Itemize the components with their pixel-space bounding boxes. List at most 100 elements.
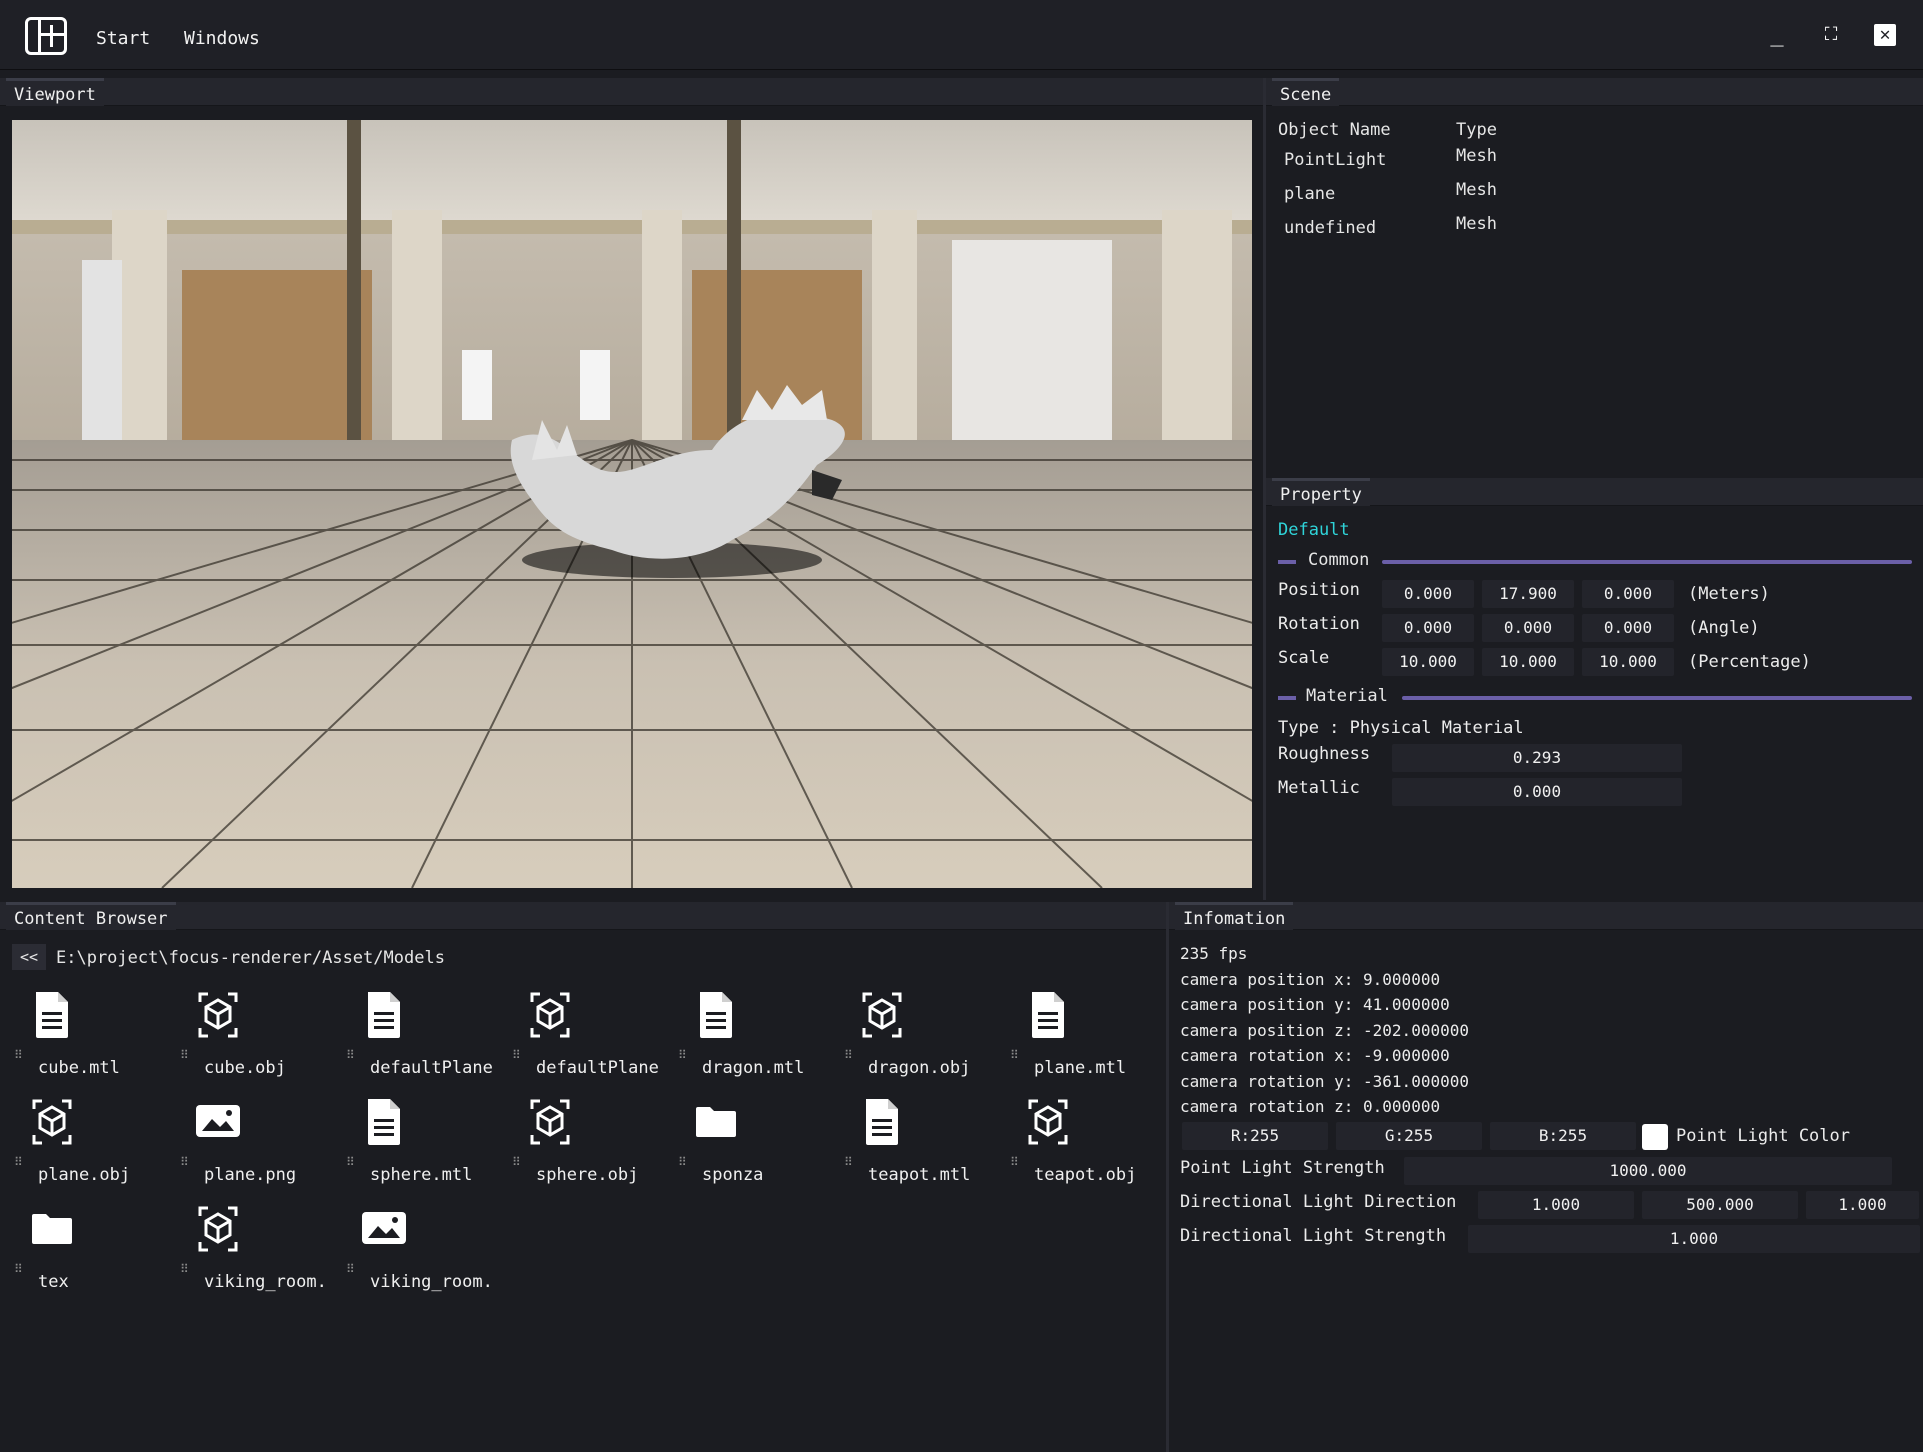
dir-light-direction-y-field[interactable]: 500.000 <box>1642 1191 1798 1219</box>
file-item[interactable]: ⠿ defaultPlane <box>510 990 670 1090</box>
file-label: teapot.mtl <box>868 1165 971 1185</box>
drag-handle-icon[interactable]: ⠿ <box>678 1155 687 1169</box>
file-item[interactable]: ⠿ tex <box>12 1204 172 1304</box>
file-item[interactable]: ⠿ defaultPlane <box>344 990 504 1090</box>
common-divider <box>1382 560 1912 564</box>
drag-handle-icon[interactable]: ⠿ <box>180 1155 189 1169</box>
viewport-header: Viewport <box>0 78 1263 106</box>
light-color-swatch[interactable] <box>1642 1124 1668 1150</box>
point-light-strength-label: Point Light Strength <box>1180 1158 1385 1178</box>
scene-tab[interactable]: Scene <box>1272 78 1340 106</box>
information-header: Infomation <box>1169 902 1923 930</box>
camera-position-z: camera position z: -202.000000 <box>1180 1021 1469 1040</box>
drag-handle-icon[interactable]: ⠿ <box>512 1155 521 1169</box>
menu-windows[interactable]: Windows <box>184 28 260 49</box>
drag-handle-icon[interactable]: ⠿ <box>1010 1048 1019 1062</box>
preset-label[interactable]: Default <box>1278 520 1350 540</box>
file-item[interactable]: ⠿ teapot.obj <box>1008 1097 1168 1197</box>
drag-handle-icon[interactable]: ⠿ <box>678 1048 687 1062</box>
scale-x-field[interactable]: 10.000 <box>1382 648 1474 676</box>
file-item[interactable]: ⠿ dragon.obj <box>842 990 1002 1090</box>
roughness-slider[interactable]: 0.293 <box>1392 744 1682 772</box>
information-tab[interactable]: Infomation <box>1175 902 1294 930</box>
file-item[interactable]: ⠿ viking_room. <box>344 1204 504 1304</box>
drag-handle-icon[interactable]: ⠿ <box>14 1048 23 1062</box>
camera-position-x: camera position x: 9.000000 <box>1180 970 1441 989</box>
drag-handle-icon[interactable]: ⠿ <box>346 1155 355 1169</box>
file-item[interactable]: ⠿ teapot.mtl <box>842 1097 1002 1197</box>
position-unit: (Meters) <box>1688 584 1770 604</box>
back-button[interactable]: << <box>12 944 46 970</box>
file-label: plane.png <box>204 1165 297 1185</box>
rotation-z-field[interactable]: 0.000 <box>1582 614 1674 642</box>
drag-handle-icon[interactable]: ⠿ <box>844 1048 853 1062</box>
file-item[interactable]: ⠿ plane.obj <box>12 1097 172 1197</box>
drag-handle-icon[interactable]: ⠿ <box>1010 1155 1019 1169</box>
material-divider <box>1402 696 1912 700</box>
file-item[interactable]: ⠿ viking_room. <box>178 1204 338 1304</box>
position-x-field[interactable]: 0.000 <box>1382 580 1474 608</box>
close-button[interactable]: ✕ <box>1868 18 1902 52</box>
file-item[interactable]: ⠿ sphere.mtl <box>344 1097 504 1197</box>
file-label: cube.obj <box>204 1058 286 1078</box>
file-item[interactable]: ⠿ plane.mtl <box>1008 990 1168 1090</box>
drag-handle-icon[interactable]: ⠿ <box>346 1048 355 1062</box>
cube-icon <box>196 1204 240 1254</box>
content-browser-tab[interactable]: Content Browser <box>6 902 176 930</box>
app-logo-icon <box>25 17 67 55</box>
cube-icon <box>528 990 572 1040</box>
drag-handle-icon[interactable]: ⠿ <box>346 1262 355 1276</box>
property-tab[interactable]: Property <box>1272 478 1370 506</box>
close-icon: ✕ <box>1874 24 1896 46</box>
material-section-label[interactable]: Material <box>1306 686 1388 706</box>
file-item[interactable]: ⠿ cube.obj <box>178 990 338 1090</box>
file-item[interactable]: ⠿ sponza <box>676 1097 836 1197</box>
dir-light-direction-x-field[interactable]: 1.000 <box>1478 1191 1634 1219</box>
document-icon <box>694 990 738 1040</box>
light-color-g-field[interactable]: G:255 <box>1336 1122 1482 1150</box>
file-label: viking_room. <box>370 1272 493 1292</box>
position-z-field[interactable]: 0.000 <box>1582 580 1674 608</box>
drag-handle-icon[interactable]: ⠿ <box>844 1155 853 1169</box>
file-item[interactable]: ⠿ plane.png <box>178 1097 338 1197</box>
file-item[interactable]: ⠿ sphere.obj <box>510 1097 670 1197</box>
drag-handle-icon[interactable]: ⠿ <box>14 1155 23 1169</box>
menu-start[interactable]: Start <box>96 28 150 49</box>
material-type: Type : Physical Material <box>1278 718 1524 738</box>
drag-handle-icon[interactable]: ⠿ <box>180 1262 189 1276</box>
file-item[interactable]: ⠿ cube.mtl <box>12 990 172 1090</box>
scene-header: Scene <box>1266 78 1923 106</box>
minimize-button[interactable]: _ <box>1760 18 1794 52</box>
rotation-unit: (Angle) <box>1688 618 1760 638</box>
common-collapse-icon[interactable] <box>1278 560 1296 564</box>
light-color-b-field[interactable]: B:255 <box>1490 1122 1636 1150</box>
rotation-y-field[interactable]: 0.000 <box>1482 614 1574 642</box>
viewport-render[interactable] <box>12 120 1252 888</box>
light-color-r-field[interactable]: R:255 <box>1182 1122 1328 1150</box>
scale-z-field[interactable]: 10.000 <box>1582 648 1674 676</box>
point-light-strength-slider[interactable]: 1000.000 <box>1404 1157 1892 1185</box>
metallic-slider[interactable]: 0.000 <box>1392 778 1682 806</box>
dir-light-strength-slider[interactable]: 1.000 <box>1468 1225 1920 1253</box>
material-collapse-icon[interactable] <box>1278 696 1296 700</box>
common-section-label[interactable]: Common <box>1308 550 1369 570</box>
document-icon <box>362 1097 406 1147</box>
scene-item-name[interactable]: plane <box>1284 184 1335 204</box>
rotation-label: Rotation <box>1278 614 1360 634</box>
point-light-color-label: Point Light Color <box>1676 1126 1850 1146</box>
position-y-field[interactable]: 17.900 <box>1482 580 1574 608</box>
drag-handle-icon[interactable]: ⠿ <box>180 1048 189 1062</box>
drag-handle-icon[interactable]: ⠿ <box>14 1262 23 1276</box>
rotation-x-field[interactable]: 0.000 <box>1382 614 1474 642</box>
scene-item-name[interactable]: undefined <box>1284 218 1376 238</box>
file-label: viking_room. <box>204 1272 327 1292</box>
image-icon <box>196 1097 240 1147</box>
maximize-button[interactable]: ⛶ <box>1814 18 1848 52</box>
scene-item-name[interactable]: PointLight <box>1284 150 1386 170</box>
document-icon <box>362 990 406 1040</box>
drag-handle-icon[interactable]: ⠿ <box>512 1048 521 1062</box>
viewport-tab[interactable]: Viewport <box>6 78 104 106</box>
scale-y-field[interactable]: 10.000 <box>1482 648 1574 676</box>
dir-light-direction-z-field[interactable]: 1.000 <box>1806 1191 1919 1219</box>
file-item[interactable]: ⠿ dragon.mtl <box>676 990 836 1090</box>
